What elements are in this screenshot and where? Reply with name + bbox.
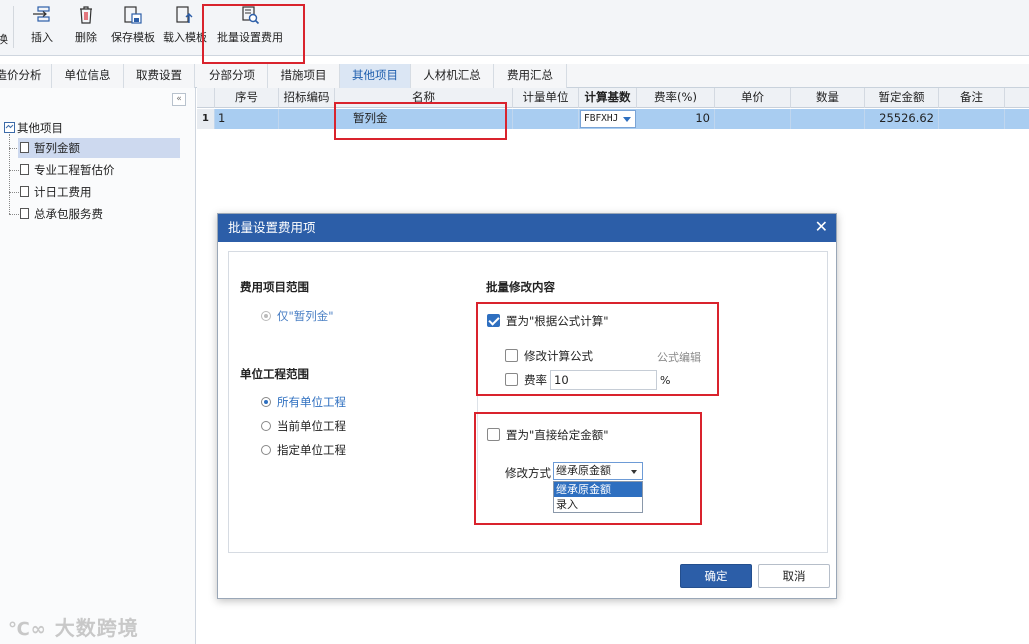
left-tree-panel: « 其他项目 暂列金额 专业工程暂估价 计日工费用 总承包服务费 [0,88,196,644]
load-template-icon [176,6,193,23]
col-header-unit[interactable]: 计量单位 [513,88,579,108]
table-row[interactable]: 1 1 暂列金 FBFXHJ 10 25526.62 [197,109,1029,129]
unit-option-label: 所有单位工程 [277,395,346,409]
toolbar: 换 插入 删除 保存模板 载入模板 批量设置费用 [0,0,1029,64]
unit-scope-title: 单位工程范围 [240,367,309,381]
grid-header: 序号 招标编码 名称 计量单位 计算基数 费率(%) 单价 数量 暂定金额 备注 [197,88,1029,108]
highlight-box-toolbar [202,4,305,64]
cell-qty[interactable] [791,109,865,129]
cell-rate[interactable]: 10 [637,109,715,129]
tree-item-label: 总承包服务费 [34,207,103,221]
tree-item-label: 暂列金额 [34,141,80,155]
highlight-box-direct-amount [474,412,702,525]
insert-button[interactable]: 插入 [27,5,57,51]
unit-option-specified[interactable]: 指定单位工程 [261,442,346,458]
tab-unit-info[interactable]: 单位信息 [52,64,124,88]
cancel-button[interactable]: 取消 [758,564,830,588]
watermark-logo: ℃∞ 大数跨境 [8,612,139,641]
save-template-icon [124,6,142,24]
trash-icon [80,6,92,24]
cell-remark[interactable] [939,109,1005,129]
toolbar-partial-button[interactable]: 换 [0,5,12,51]
batch-fee-dialog: 批量设置费用项 ✕ 费用项目范围 仅"暂列金" 单位工程范围 所有单位工程 当前… [217,213,837,599]
row-number: 1 [197,109,215,129]
radio-icon [261,421,271,431]
watermark-text: 大数跨境 [54,616,139,640]
cell-unit[interactable] [513,109,579,129]
unit-option-label: 指定单位工程 [277,443,346,457]
highlight-box-formula [476,302,719,396]
tree-root-label: 其他项目 [17,121,63,135]
tab-sub-items[interactable]: 分部分项 [197,64,268,88]
document-icon [20,186,29,197]
chevron-down-icon [623,117,631,122]
scope-option-radio: 仅"暂列金" [261,308,334,324]
radio-icon [261,397,271,407]
tab-labor-material[interactable]: 人材机汇总 [411,64,494,88]
tree-item-provisional-sum[interactable]: 暂列金额 [18,138,180,158]
watermark-icon: ℃∞ [8,619,47,640]
tab-cost-analysis[interactable]: 造价分析 [0,64,52,88]
document-icon [20,164,29,175]
col-header-qty[interactable]: 数量 [791,88,865,108]
save-template-button[interactable]: 保存模板 [110,5,156,51]
tab-fee-summary[interactable]: 费用汇总 [494,64,567,88]
document-icon [20,208,29,219]
save-template-label: 保存模板 [111,31,155,44]
cell-amount[interactable]: 25526.62 [865,109,939,129]
col-header-code[interactable]: 招标编码 [279,88,335,108]
toolbar-separator [13,6,14,48]
tab-measures[interactable]: 措施项目 [268,64,340,88]
modify-title: 批量修改内容 [486,280,555,294]
tree-item-professional-estimate[interactable]: 专业工程暂估价 [18,160,115,180]
col-header-seq[interactable]: 序号 [215,88,279,108]
load-template-label: 载入模板 [163,31,207,44]
col-header-amount[interactable]: 暂定金额 [865,88,939,108]
cell-base-value: FBFXHJ [584,113,619,124]
close-icon[interactable]: ✕ [815,217,828,237]
tree-item-label: 计日工费用 [34,185,92,199]
grid-corner [197,88,215,108]
toolbar-partial-label: 换 [0,33,8,46]
col-header-base[interactable]: 计算基数 [579,88,637,108]
radio-icon [261,445,271,455]
document-icon [20,142,29,153]
scope-title: 费用项目范围 [240,280,309,294]
col-header-price[interactable]: 单价 [715,88,791,108]
tree-item-daywork[interactable]: 计日工费用 [18,182,92,202]
radio-icon [261,311,271,321]
cell-seq[interactable]: 1 [215,109,279,129]
delete-button[interactable]: 删除 [72,5,100,51]
tab-other-items[interactable]: 其他项目 [340,64,411,88]
cell-price[interactable] [715,109,791,129]
unit-option-current[interactable]: 当前单位工程 [261,418,346,434]
unit-option-label: 当前单位工程 [277,419,346,433]
dialog-title-bar: 批量设置费用项 ✕ [218,214,836,242]
col-header-remark[interactable]: 备注 [939,88,1005,108]
scope-option-label: 仅"暂列金" [277,309,334,323]
tree-item-label: 专业工程暂估价 [34,163,115,177]
folder-tree-icon [4,122,15,133]
delete-label: 删除 [75,31,97,44]
ok-button[interactable]: 确定 [680,564,752,588]
collapse-panel-button[interactable]: « [172,93,186,106]
unit-option-all[interactable]: 所有单位工程 [261,394,346,410]
dialog-title: 批量设置费用项 [228,220,316,235]
cell-base-select[interactable]: FBFXHJ [580,110,636,128]
tab-fee-settings[interactable]: 取费设置 [124,64,195,88]
highlight-box-name-cell [334,102,507,140]
tab-bar: 造价分析 单位信息 取费设置 分部分项 措施项目 其他项目 人材机汇总 费用汇总 [0,64,1029,88]
tree-item-general-contract[interactable]: 总承包服务费 [18,204,103,224]
insert-label: 插入 [31,31,53,44]
col-header-rate[interactable]: 费率(%) [637,88,715,108]
tree-connector [9,134,10,214]
cell-code[interactable] [279,109,335,129]
tree-root[interactable]: 其他项目 [4,120,63,136]
insert-icon [33,6,50,22]
